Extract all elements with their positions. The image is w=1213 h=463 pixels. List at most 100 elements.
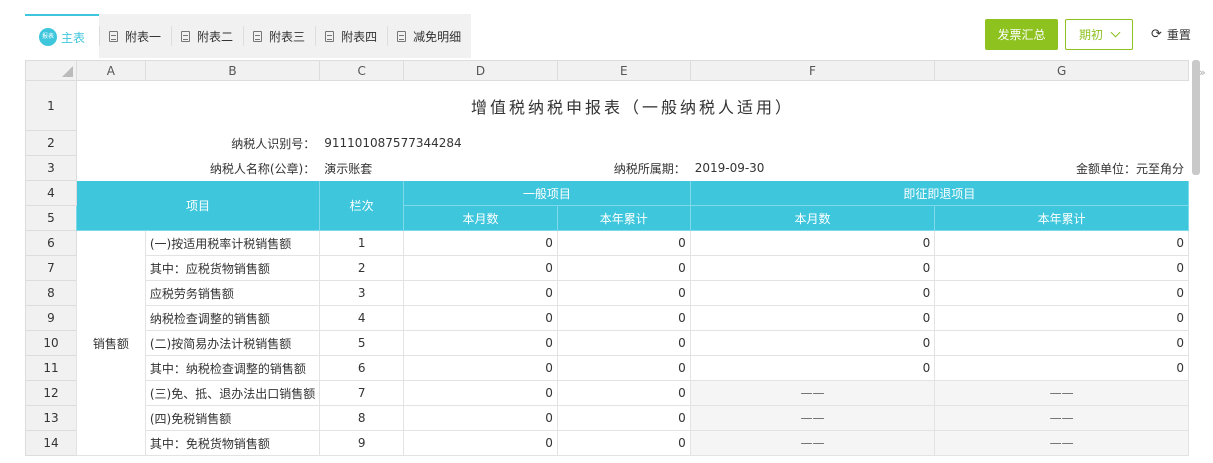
amount-cell: —— [934,430,1189,456]
amount-cell[interactable]: 0 [403,255,558,281]
tab-schedule-4[interactable]: 附表四 [315,14,387,58]
tab-label: 附表四 [341,29,378,44]
invoice-summary-button[interactable]: 发票汇总 [985,19,1058,50]
row-number[interactable]: 1 [25,80,77,131]
taxpayer-name-value[interactable]: 演示账套 [319,155,558,181]
taxpayer-name-row: 3 纳税人名称(公章)： 演示账套 纳税所属期： 2019-09-30 金额单位… [25,155,1189,181]
amount-cell[interactable]: 0 [556,330,691,356]
amount-cell[interactable]: 0 [689,330,936,356]
tab-label: 附表二 [197,29,234,44]
amount-cell[interactable]: 0 [556,305,691,331]
column-no-cell: 1 [319,230,405,256]
column-no-cell: 3 [319,280,405,306]
row-number[interactable]: 4 [25,180,77,206]
amount-cell[interactable]: 0 [689,280,936,306]
amount-cell[interactable]: 0 [403,380,558,406]
amount-cell[interactable]: 0 [934,330,1189,356]
month-header: 本月数 [403,205,558,231]
amount-cell[interactable]: 0 [556,280,691,306]
amount-cell[interactable]: 0 [689,305,936,331]
data-rows: 6 销售额 (一)按适用税率计税销售额 1 0 0 0 0 7 其中：应税货物销售额 2 0 0 0 0 8 应… [25,230,1189,456]
taxpayer-id-value[interactable]: 911101087577344284 [319,130,1189,156]
row-number[interactable]: 13 [25,405,77,431]
column-header[interactable]: A [75,60,146,81]
amount-cell: —— [934,405,1189,431]
amount-cell[interactable]: 0 [934,355,1189,381]
amount-cell[interactable]: 0 [934,255,1189,281]
row-number[interactable]: 5 [25,205,77,231]
tab-schedule-1[interactable]: 附表一 [99,14,171,58]
amount-cell[interactable]: 0 [403,430,558,456]
clipboard-icon [181,30,191,42]
table-row: 9 纳税检查调整的销售额 4 0 0 0 0 [25,305,1189,331]
table-row: 8 应税劳务销售额 3 0 0 0 0 [25,280,1189,306]
column-no-cell: 5 [319,330,405,356]
period-dropdown[interactable]: 期初 [1065,19,1133,50]
amount-cell[interactable]: 0 [689,255,936,281]
amount-cell[interactable]: 0 [403,405,558,431]
taxpayer-name-label: 纳税人名称(公章)： [75,155,321,181]
period-value[interactable]: 2019-09-30 [689,155,936,181]
amount-cell[interactable]: 0 [556,430,691,456]
taxpayer-id-row: 2 纳税人识别号： 911101087577344284 [25,130,1189,156]
year-header: 本年累计 [934,205,1189,231]
amount-cell[interactable]: 0 [556,405,691,431]
clipboard-icon [109,30,119,42]
row-number[interactable]: 2 [25,130,77,156]
table-row: 7 其中：应税货物销售额 2 0 0 0 0 [25,255,1189,281]
item-cell: 其中：免税货物销售额 [144,430,321,456]
top-toolbar: 报表 主表 附表一 附表二 附表三 附表四 减免明细 发票汇总 期初 ⟳ 重置 [0,0,1213,60]
amount-cell[interactable]: 0 [556,230,691,256]
amount-cell[interactable]: 0 [403,355,558,381]
amount-cell[interactable]: 0 [403,305,558,331]
amount-cell[interactable]: 0 [934,230,1189,256]
amount-cell[interactable]: 0 [934,280,1189,306]
column-no-cell: 9 [319,430,405,456]
row-number[interactable]: 6 [25,230,77,256]
amount-cell[interactable]: 0 [689,230,936,256]
spreadsheet: A B C D E F G 1 增值税纳税申报表（一般纳税人适用） 2 纳税人识… [25,60,1189,463]
row-number[interactable]: 10 [25,330,77,356]
amount-cell[interactable]: 0 [556,380,691,406]
column-no-cell: 7 [319,380,405,406]
tab-reduction-detail[interactable]: 减免明细 [387,14,471,58]
amount-cell[interactable]: 0 [934,305,1189,331]
table-row: 10 (二)按简易办法计税销售额 5 0 0 0 0 [25,330,1189,356]
amount-cell[interactable]: 0 [556,355,691,381]
row-number[interactable]: 9 [25,305,77,331]
item-cell: 纳税检查调整的销售额 [144,305,321,331]
amount-cell[interactable]: 0 [403,280,558,306]
amount-cell[interactable]: 0 [403,330,558,356]
column-header[interactable]: D [403,60,558,81]
row-number[interactable]: 7 [25,255,77,281]
column-header[interactable]: F [689,60,936,81]
clipboard-icon [325,30,335,42]
tab-schedule-2[interactable]: 附表二 [171,14,243,58]
select-all-corner[interactable] [25,60,77,81]
tab-schedule-3[interactable]: 附表三 [243,14,315,58]
amount-cell[interactable]: 0 [556,255,691,281]
column-no-cell: 4 [319,305,405,331]
amount-cell: —— [934,380,1189,406]
row-number[interactable]: 3 [25,155,77,181]
reset-button[interactable]: ⟳ 重置 [1151,25,1191,43]
amount-cell[interactable]: 0 [403,230,558,256]
vertical-scrollbar[interactable] [1189,60,1213,463]
row-number[interactable]: 12 [25,380,77,406]
refund-items-header: 即征即退项目 [689,180,1189,206]
tab-main[interactable]: 报表 主表 [25,14,100,58]
amount-cell[interactable]: 0 [689,355,936,381]
row-number[interactable]: 11 [25,355,77,381]
row-number[interactable]: 14 [25,430,77,456]
column-header[interactable]: G [934,60,1189,81]
table-row: 13 (四)免税销售额 8 0 0 —— —— [25,405,1189,431]
report-icon: 报表 [39,28,57,46]
reset-label: 重置 [1166,27,1191,42]
taxpayer-id-label: 纳税人识别号： [75,130,321,156]
double-chevron-right-icon[interactable]: » [1199,66,1206,79]
column-header[interactable]: B [144,60,321,81]
row-number[interactable]: 8 [25,280,77,306]
column-header[interactable]: E [556,60,691,81]
column-header[interactable]: C [319,60,405,81]
tab-label: 主表 [61,30,86,45]
